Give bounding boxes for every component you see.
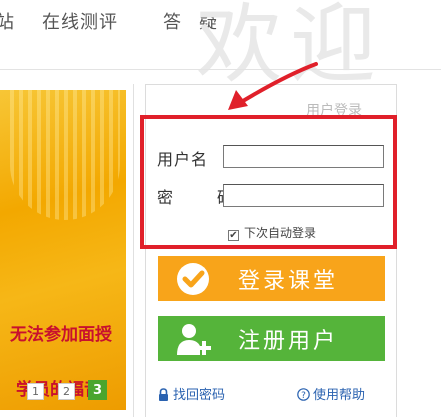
- banner-decoration: [10, 90, 120, 220]
- register-button[interactable]: 注册用户: [158, 316, 385, 361]
- login-button[interactable]: 登录课堂: [158, 256, 385, 301]
- nav-item-online-test[interactable]: 在线测评: [42, 8, 118, 34]
- banner-headline: 无法参加面授: [10, 325, 112, 345]
- register-button-label: 注册用户: [238, 329, 339, 354]
- forgot-password-link[interactable]: 找回密码: [157, 384, 225, 403]
- forgot-password-label: 找回密码: [173, 388, 226, 403]
- checkmark-circle-icon: [177, 263, 209, 295]
- nav-item-home-partial[interactable]: 站: [0, 8, 15, 34]
- login-button-label: 登录课堂: [238, 269, 339, 294]
- promo-banner[interactable]: 无法参加面授 学员的福音!: [0, 90, 126, 410]
- header-divider: [0, 69, 441, 70]
- banner-page-2[interactable]: 2: [58, 383, 75, 400]
- question-circle-icon: ?: [297, 388, 310, 401]
- banner-page-3-active[interactable]: 3: [88, 380, 107, 400]
- add-user-icon: [177, 324, 211, 355]
- annotation-arrow-icon: [228, 62, 318, 110]
- svg-text:?: ?: [301, 391, 306, 401]
- highlight-annotation-box: [140, 115, 397, 249]
- help-label: 使用帮助: [313, 388, 366, 403]
- lock-icon: [159, 388, 168, 401]
- banner-page-1[interactable]: 1: [27, 383, 44, 400]
- help-link[interactable]: ? 使用帮助: [297, 384, 365, 403]
